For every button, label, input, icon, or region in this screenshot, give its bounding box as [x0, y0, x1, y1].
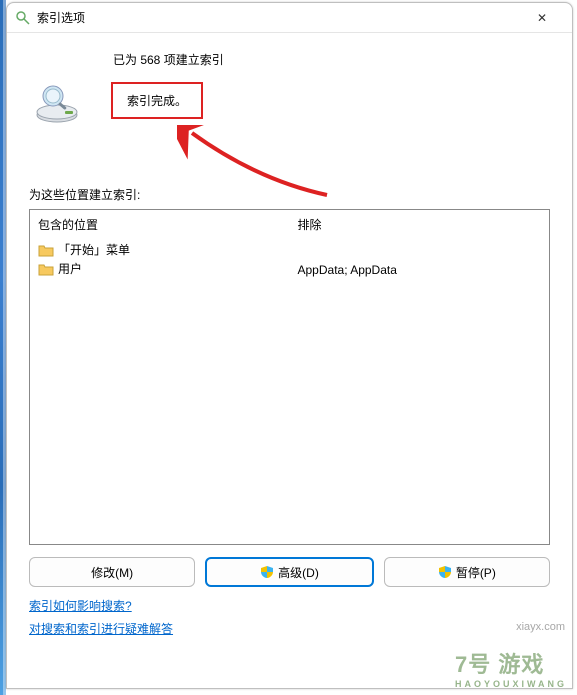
index-complete-box: 索引完成。	[111, 82, 203, 119]
advanced-label: 高级(D)	[278, 564, 319, 581]
indexing-options-window: 索引选项 ✕ 已为 568 项建立索引 索引完成。	[6, 2, 573, 689]
help-links: 索引如何影响搜索? 对搜索和索引进行疑难解答	[29, 597, 550, 637]
window-icon	[15, 10, 31, 26]
location-label: 「开始」菜单	[58, 241, 130, 258]
close-icon: ✕	[537, 11, 547, 25]
titlebar: 索引选项 ✕	[7, 3, 572, 33]
excluded-header: 排除	[298, 216, 542, 233]
content-area: 已为 568 项建立索引 索引完成。	[7, 33, 572, 688]
locations-label: 为这些位置建立索引:	[29, 186, 550, 203]
shield-icon	[260, 565, 274, 579]
location-label: 用户	[58, 260, 82, 277]
folder-icon	[38, 262, 54, 276]
pause-button[interactable]: 暂停(P)	[384, 557, 550, 587]
shield-icon	[438, 565, 452, 579]
status-row: 索引完成。	[29, 82, 550, 126]
included-column: 包含的位置 「开始」菜单 用户	[30, 210, 290, 544]
modify-button[interactable]: 修改(M)	[29, 557, 195, 587]
window-title: 索引选项	[37, 9, 520, 26]
button-row: 修改(M) 高级(D)	[29, 557, 550, 587]
locations-list[interactable]: 包含的位置 「开始」菜单 用户 排除 AppData; AppData	[29, 209, 550, 545]
drive-search-icon	[33, 82, 83, 126]
index-count-label: 已为 568 项建立索引	[113, 51, 550, 68]
excluded-column: 排除 AppData; AppData	[290, 210, 550, 544]
included-header: 包含的位置	[38, 216, 282, 233]
list-item[interactable]: 用户	[38, 260, 282, 277]
help-link-search[interactable]: 索引如何影响搜索?	[29, 597, 132, 614]
list-item[interactable]: 「开始」菜单	[38, 241, 282, 258]
folder-icon	[38, 243, 54, 257]
advanced-button[interactable]: 高级(D)	[205, 557, 373, 587]
pause-label: 暂停(P)	[456, 564, 496, 581]
excluded-value: AppData; AppData	[298, 263, 542, 277]
help-link-troubleshoot[interactable]: 对搜索和索引进行疑难解答	[29, 620, 173, 637]
index-complete-label: 索引完成。	[127, 94, 187, 108]
modify-label: 修改(M)	[91, 564, 133, 581]
close-button[interactable]: ✕	[520, 4, 564, 32]
